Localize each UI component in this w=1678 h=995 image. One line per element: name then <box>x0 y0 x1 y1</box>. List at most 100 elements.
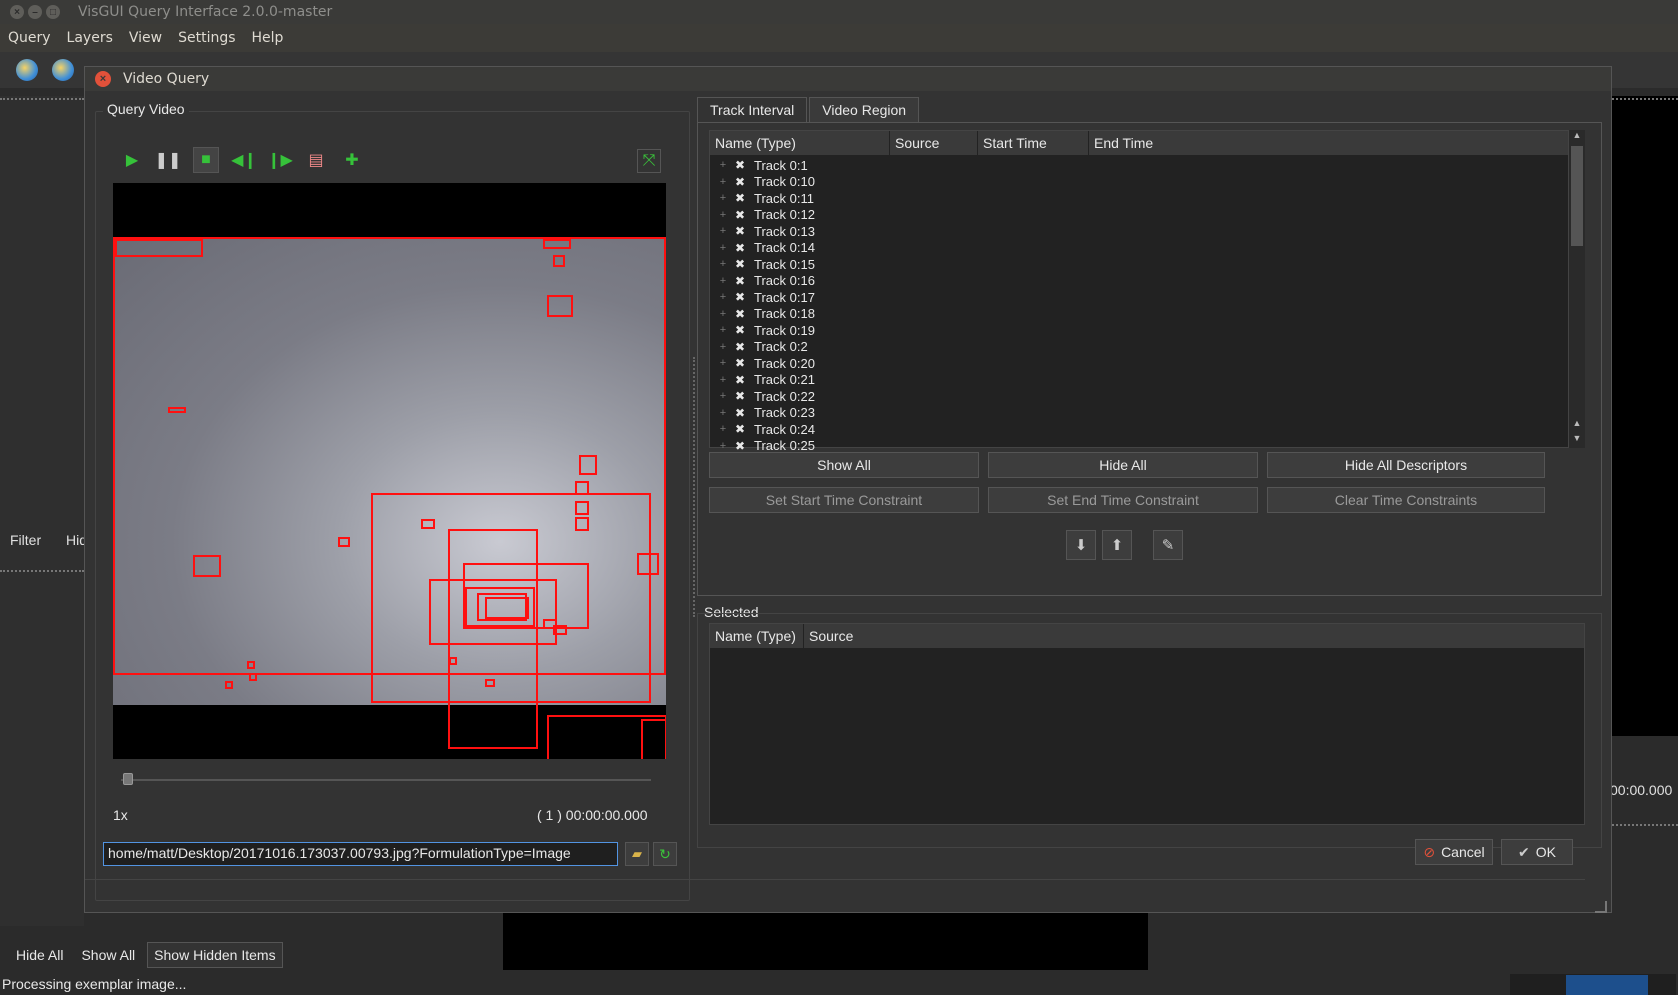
expand-icon[interactable]: + <box>714 440 732 452</box>
maximize-window-icon[interactable]: □ <box>46 5 60 19</box>
tab-video-region[interactable]: Video Region <box>809 97 920 122</box>
expand-icon[interactable]: + <box>714 341 732 353</box>
refresh-icon[interactable]: ↻ <box>653 842 677 866</box>
selected-table[interactable]: Name (Type) Source <box>709 623 1585 825</box>
expand-icon[interactable]: + <box>714 374 732 386</box>
table-row[interactable]: + ✖ Track 0:1 <box>710 157 1568 174</box>
move-down-icon[interactable]: ⬇ <box>1066 530 1096 560</box>
folder-icon[interactable]: ▰ <box>625 842 649 866</box>
cancel-button[interactable]: ⊘ Cancel <box>1415 839 1493 865</box>
menu-settings[interactable]: Settings <box>178 30 235 46</box>
track-tree-scrollbar[interactable]: ▲ ▲ ▼ <box>1569 130 1585 448</box>
dock-handle[interactable] <box>0 98 84 100</box>
minimize-window-icon[interactable]: – <box>28 5 42 19</box>
visibility-toggle-icon[interactable]: ✖ <box>732 191 748 205</box>
visibility-toggle-icon[interactable]: ✖ <box>732 340 748 354</box>
visibility-toggle-icon[interactable]: ✖ <box>732 175 748 189</box>
ok-button[interactable]: ✔ OK <box>1501 839 1573 865</box>
expand-icon[interactable]: + <box>714 258 732 270</box>
expand-icon[interactable]: + <box>714 390 732 402</box>
expand-icon[interactable]: + <box>714 291 732 303</box>
column-header-source[interactable]: Source <box>890 131 978 155</box>
menu-view[interactable]: View <box>129 30 162 46</box>
query-uri-input[interactable]: home/matt/Desktop/20171016.173037.00793.… <box>103 842 618 866</box>
video-view[interactable] <box>113 183 666 759</box>
visibility-toggle-icon[interactable]: ✖ <box>732 373 748 387</box>
expand-icon[interactable]: + <box>714 423 732 435</box>
expand-icon[interactable]: + <box>714 192 732 204</box>
close-window-icon[interactable]: × <box>10 5 24 19</box>
dock-handle[interactable] <box>0 570 84 572</box>
scroll-up-icon[interactable]: ▲ <box>1569 418 1585 432</box>
column-header-name[interactable]: Name (Type) <box>710 624 804 648</box>
dock-handle[interactable] <box>1608 98 1678 100</box>
expand-icon[interactable]: + <box>714 242 732 254</box>
pause-icon[interactable]: ❚❚ <box>155 149 182 171</box>
expand-icon[interactable]: + <box>714 225 732 237</box>
visibility-toggle-icon[interactable]: ✖ <box>732 406 748 420</box>
set-end-time-button[interactable]: Set End Time Constraint <box>988 487 1258 513</box>
move-up-icon[interactable]: ⬆ <box>1102 530 1132 560</box>
table-row[interactable]: + ✖ Track 0:2 <box>710 339 1568 356</box>
expand-icon[interactable]: + <box>714 275 732 287</box>
visibility-toggle-icon[interactable]: ✖ <box>732 439 748 453</box>
column-header-source[interactable]: Source <box>804 624 924 648</box>
step-back-icon[interactable]: ◀❙ <box>231 149 257 171</box>
column-header-end-time[interactable]: End Time <box>1089 131 1209 155</box>
visibility-toggle-icon[interactable]: ✖ <box>732 389 748 403</box>
scroll-up-icon[interactable]: ▲ <box>1569 130 1585 144</box>
table-row[interactable]: + ✖ Track 0:15 <box>710 256 1568 273</box>
visibility-toggle-icon[interactable]: ✖ <box>732 323 748 337</box>
dock-handle[interactable] <box>1608 824 1678 826</box>
expand-icon[interactable]: + <box>714 209 732 221</box>
menu-query[interactable]: Query <box>8 30 51 46</box>
visibility-toggle-icon[interactable]: ✖ <box>732 158 748 172</box>
table-row[interactable]: + ✖ Track 0:11 <box>710 190 1568 207</box>
clear-time-constraints-button[interactable]: Clear Time Constraints <box>1267 487 1545 513</box>
visibility-toggle-icon[interactable]: ✖ <box>732 257 748 271</box>
column-header-start-time[interactable]: Start Time <box>978 131 1089 155</box>
show-all-button[interactable]: Show All <box>75 943 141 967</box>
menu-help[interactable]: Help <box>252 30 284 46</box>
visibility-toggle-icon[interactable]: ✖ <box>732 290 748 304</box>
table-row[interactable]: + ✖ Track 0:13 <box>710 223 1568 240</box>
expand-icon[interactable]: + <box>714 407 732 419</box>
add-frame-icon[interactable]: ✚ <box>341 149 363 171</box>
expand-icon[interactable]: + <box>714 159 732 171</box>
visibility-toggle-icon[interactable]: ✖ <box>732 274 748 288</box>
tab-track-interval[interactable]: Track Interval <box>697 97 808 122</box>
menu-layers[interactable]: Layers <box>67 30 113 46</box>
hide-all-descriptors-button[interactable]: Hide All Descriptors <box>1267 452 1545 478</box>
resize-grip[interactable] <box>1595 901 1607 913</box>
scrollbar-handle[interactable] <box>1571 146 1583 246</box>
column-header-name[interactable]: Name (Type) <box>710 131 890 155</box>
visibility-toggle-icon[interactable]: ✖ <box>732 422 748 436</box>
remove-frame-icon[interactable]: ▤ <box>305 149 327 171</box>
scroll-down-icon[interactable]: ▼ <box>1569 433 1585 447</box>
table-row[interactable]: + ✖ Track 0:21 <box>710 372 1568 389</box>
visibility-toggle-icon[interactable]: ✖ <box>732 241 748 255</box>
splitter-handle[interactable] <box>693 357 695 617</box>
set-start-time-button[interactable]: Set Start Time Constraint <box>709 487 979 513</box>
table-row[interactable]: + ✖ Track 0:18 <box>710 306 1568 323</box>
hide-all-button[interactable]: Hide All <box>988 452 1258 478</box>
query-globe-icon[interactable] <box>52 59 74 81</box>
filter-tab[interactable]: Filter <box>10 532 41 548</box>
table-row[interactable]: + ✖ Track 0:10 <box>710 174 1568 191</box>
table-row[interactable]: + ✖ Track 0:19 <box>710 322 1568 339</box>
table-row[interactable]: + ✖ Track 0:20 <box>710 355 1568 372</box>
table-row[interactable]: + ✖ Track 0:16 <box>710 273 1568 290</box>
visibility-toggle-icon[interactable]: ✖ <box>732 208 748 222</box>
expand-icon[interactable]: + <box>714 308 732 320</box>
close-icon[interactable]: × <box>95 71 111 87</box>
step-forward-icon[interactable]: ❙▶ <box>267 149 293 171</box>
stop-icon[interactable]: ■ <box>193 147 219 173</box>
seek-track[interactable] <box>121 779 651 781</box>
expand-icon[interactable]: + <box>714 357 732 369</box>
track-tree[interactable]: Name (Type) Source Start Time End Time +… <box>709 130 1569 453</box>
clear-selection-icon[interactable]: ✎ <box>1153 530 1183 560</box>
table-row[interactable]: + ✖ Track 0:23 <box>710 405 1568 422</box>
table-row[interactable]: + ✖ Track 0:14 <box>710 240 1568 257</box>
play-icon[interactable]: ▶ <box>121 149 143 171</box>
visibility-toggle-icon[interactable]: ✖ <box>732 356 748 370</box>
